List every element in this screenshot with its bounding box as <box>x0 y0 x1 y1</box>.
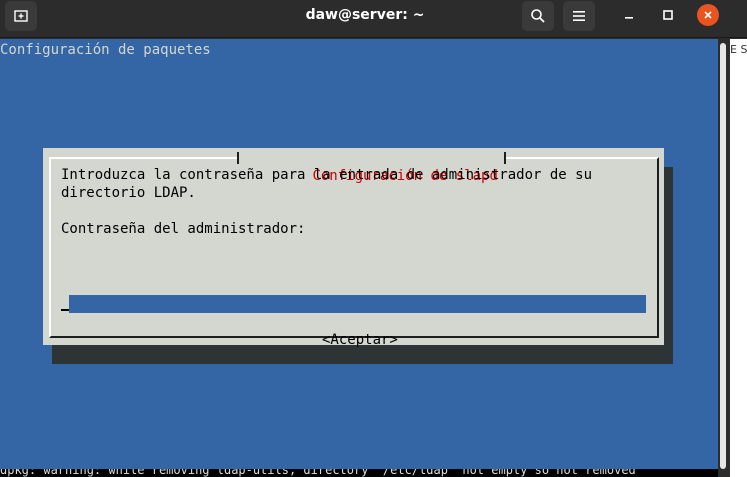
menu-button[interactable] <box>563 1 595 31</box>
search-icon <box>531 9 545 23</box>
close-button[interactable] <box>697 4 719 26</box>
text-cursor <box>61 295 69 313</box>
dialog-message-line2: directorio LDAP. <box>61 185 196 201</box>
scrollbar[interactable] <box>718 39 730 469</box>
close-icon <box>704 11 712 19</box>
slapd-dialog: Configuración de slapd Introduzca la con… <box>43 148 664 348</box>
minimize-button[interactable] <box>618 4 640 26</box>
dialog-message-line1: Introduzca la contraseña para la entrada… <box>61 167 593 183</box>
hamburger-menu-icon <box>573 11 585 21</box>
background-window-edge: E SC <box>730 39 747 477</box>
search-button[interactable] <box>522 1 554 31</box>
background-terminal-text: dpkg: warning: while removing ldap-utils… <box>0 469 718 477</box>
dialog-message: Introduzca la contraseña para la entrada… <box>61 166 592 202</box>
titlebar: daw@server: ~ <box>0 0 747 38</box>
background-window-text: E SC <box>730 43 747 56</box>
dialog-title-border-right <box>503 152 506 164</box>
minimize-icon <box>625 17 633 19</box>
accept-button[interactable]: <Aceptar> <box>322 332 398 348</box>
maximize-button[interactable] <box>657 4 679 26</box>
backtitle: Configuración de paquetes <box>0 42 211 58</box>
new-tab-icon <box>14 10 28 22</box>
password-label: Contraseña del administrador: <box>61 221 306 237</box>
password-input[interactable] <box>61 295 646 313</box>
dialog-title-border-left <box>237 152 239 164</box>
maximize-icon <box>663 10 673 20</box>
new-tab-button[interactable] <box>5 1 37 31</box>
background-terminal-line: dpkg: warning: while removing ldap-utils… <box>0 469 636 477</box>
terminal-window: daw@server: ~ Configuración de paquetes … <box>0 0 747 477</box>
terminal-area[interactable]: Configuración de paquetes Configuración … <box>0 39 718 469</box>
scrollbar-thumb[interactable] <box>720 43 726 469</box>
